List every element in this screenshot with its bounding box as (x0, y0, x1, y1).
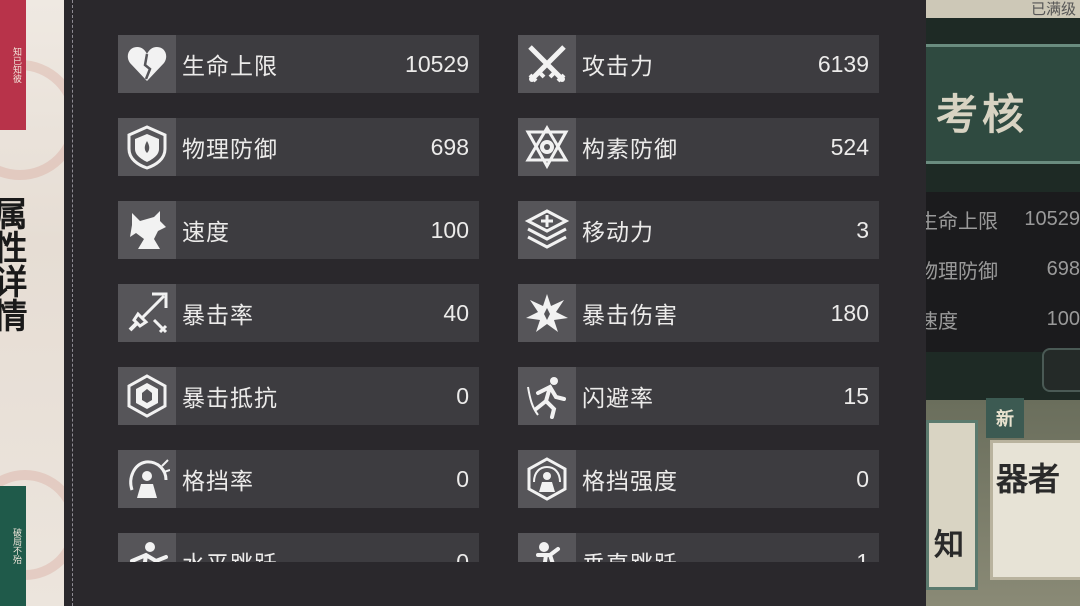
vertical-jump-icon (518, 533, 576, 562)
stat-row[interactable]: 攻击力 6139 (518, 35, 879, 93)
stat-value: 1 (856, 548, 869, 563)
stat-row[interactable]: 移动力 3 (518, 201, 879, 259)
stat-value: 15 (843, 382, 869, 409)
horizontal-jump-icon (118, 533, 176, 562)
exam-board[interactable]: 考核 (926, 44, 1080, 164)
stat-row[interactable]: 暴击伤害 180 (518, 284, 879, 342)
stat-label: 暴击伤害 (582, 303, 678, 329)
stat-label: 移动力 (582, 220, 654, 246)
heart-icon (118, 35, 176, 93)
stat-value: 100 (430, 216, 469, 243)
stat-value: 524 (830, 133, 869, 160)
move-arrows-icon (518, 201, 576, 259)
eye-triangle-icon (518, 118, 576, 176)
stats-grid: 生命上限 10529 攻击力 6139 物理防御 698 构素防御 524 速度 100 移动力 3 暴… (64, 0, 926, 562)
card-side-text: 知 (934, 528, 964, 563)
stat-label: 速度 (182, 220, 230, 246)
stat-value: 0 (456, 548, 469, 563)
mini-stat-row: 速度 100 (926, 302, 1080, 336)
stat-row[interactable]: 物理防御 698 (118, 118, 479, 176)
stat-label: 垂直跳跃 (582, 545, 856, 562)
stat-value: 40 (443, 299, 469, 326)
mini-stat-value: 698 (1046, 257, 1080, 280)
mini-stat-label: 速度 (926, 308, 958, 333)
page-title: 属性详情 (0, 196, 27, 332)
stat-label: 格挡率 (182, 469, 254, 495)
stat-label: 水平跳跃 (182, 545, 456, 562)
crossed-swords-icon (518, 35, 576, 93)
stat-value: 0 (856, 465, 869, 492)
stat-value: 6139 (817, 50, 869, 77)
mini-stat-label: 物理防御 (926, 258, 998, 283)
shield-icon (118, 118, 176, 176)
stat-row[interactable]: 格挡率 0 (118, 450, 479, 508)
max-level-text: 已满级 (1030, 0, 1076, 18)
stat-value: 698 (430, 133, 469, 160)
left-decor-strip: 知已知彼 属性详情 破局不殆 (0, 0, 64, 606)
stat-row[interactable]: 生命上限 10529 (118, 35, 479, 93)
exam-title: 考核 (936, 90, 1029, 139)
stat-row[interactable]: 暴击率 40 (118, 284, 479, 342)
stat-row[interactable]: 格挡强度 0 (518, 450, 879, 508)
mini-stat-value: 100 (1046, 307, 1080, 330)
stat-value: 0 (456, 382, 469, 409)
wolf-icon (118, 201, 176, 259)
stat-row[interactable]: 垂直跳跃1 (518, 533, 879, 562)
arrow-button[interactable] (1042, 348, 1080, 392)
mini-stats-list: 生命上限 10529 物理防御 698 速度 100 (926, 192, 1080, 352)
mini-stat-row: 生命上限 10529 (926, 202, 1080, 236)
stat-row[interactable]: 暴击抵抗 0 (118, 367, 479, 425)
seal-top: 知已知彼 (0, 0, 26, 130)
card-title: 器者 (996, 460, 1061, 498)
stat-row[interactable]: 闪避率 15 (518, 367, 879, 425)
stat-value: 10529 (405, 50, 469, 77)
stat-label: 闪避率 (582, 386, 654, 412)
stat-row[interactable]: 构素防御 524 (518, 118, 879, 176)
block-figure-icon (118, 450, 176, 508)
stat-value: 3 (856, 216, 869, 243)
top-strip: 已满级 (926, 0, 1080, 18)
seal-bottom: 破局不殆 (0, 486, 26, 606)
stat-value: 0 (456, 465, 469, 492)
mini-stat-value: 10529 (1024, 207, 1080, 230)
mini-stat-label: 生命上限 (926, 208, 998, 233)
stat-label: 生命上限 (182, 54, 278, 80)
burst-icon (518, 284, 576, 342)
background-screen: 已满级 考核 生命上限 10529 物理防御 698 速度 100 知 新 器者 (926, 0, 1080, 606)
dodge-runner-icon (518, 367, 576, 425)
stat-label: 暴击抵抗 (182, 386, 278, 412)
crit-sword-icon (118, 284, 176, 342)
stat-label: 物理防御 (182, 137, 278, 163)
stat-row[interactable]: 水平跳跃0 (118, 533, 479, 562)
mini-stat-row: 物理防御 698 (926, 252, 1080, 286)
stat-label: 格挡强度 (582, 469, 678, 495)
stat-label: 暴击率 (182, 303, 254, 329)
block-hex-icon (518, 450, 576, 508)
stat-label: 构素防御 (582, 137, 678, 163)
attributes-panel[interactable]: 生命上限 10529 攻击力 6139 物理防御 698 构素防御 524 速度 100 移动力 3 暴… (64, 0, 926, 606)
new-badge: 新 (986, 398, 1024, 438)
stat-row[interactable]: 速度 100 (118, 201, 479, 259)
stat-label: 攻击力 (582, 54, 654, 80)
card-side[interactable] (926, 420, 978, 590)
hex-shield-icon (118, 367, 176, 425)
stat-value: 180 (830, 299, 869, 326)
